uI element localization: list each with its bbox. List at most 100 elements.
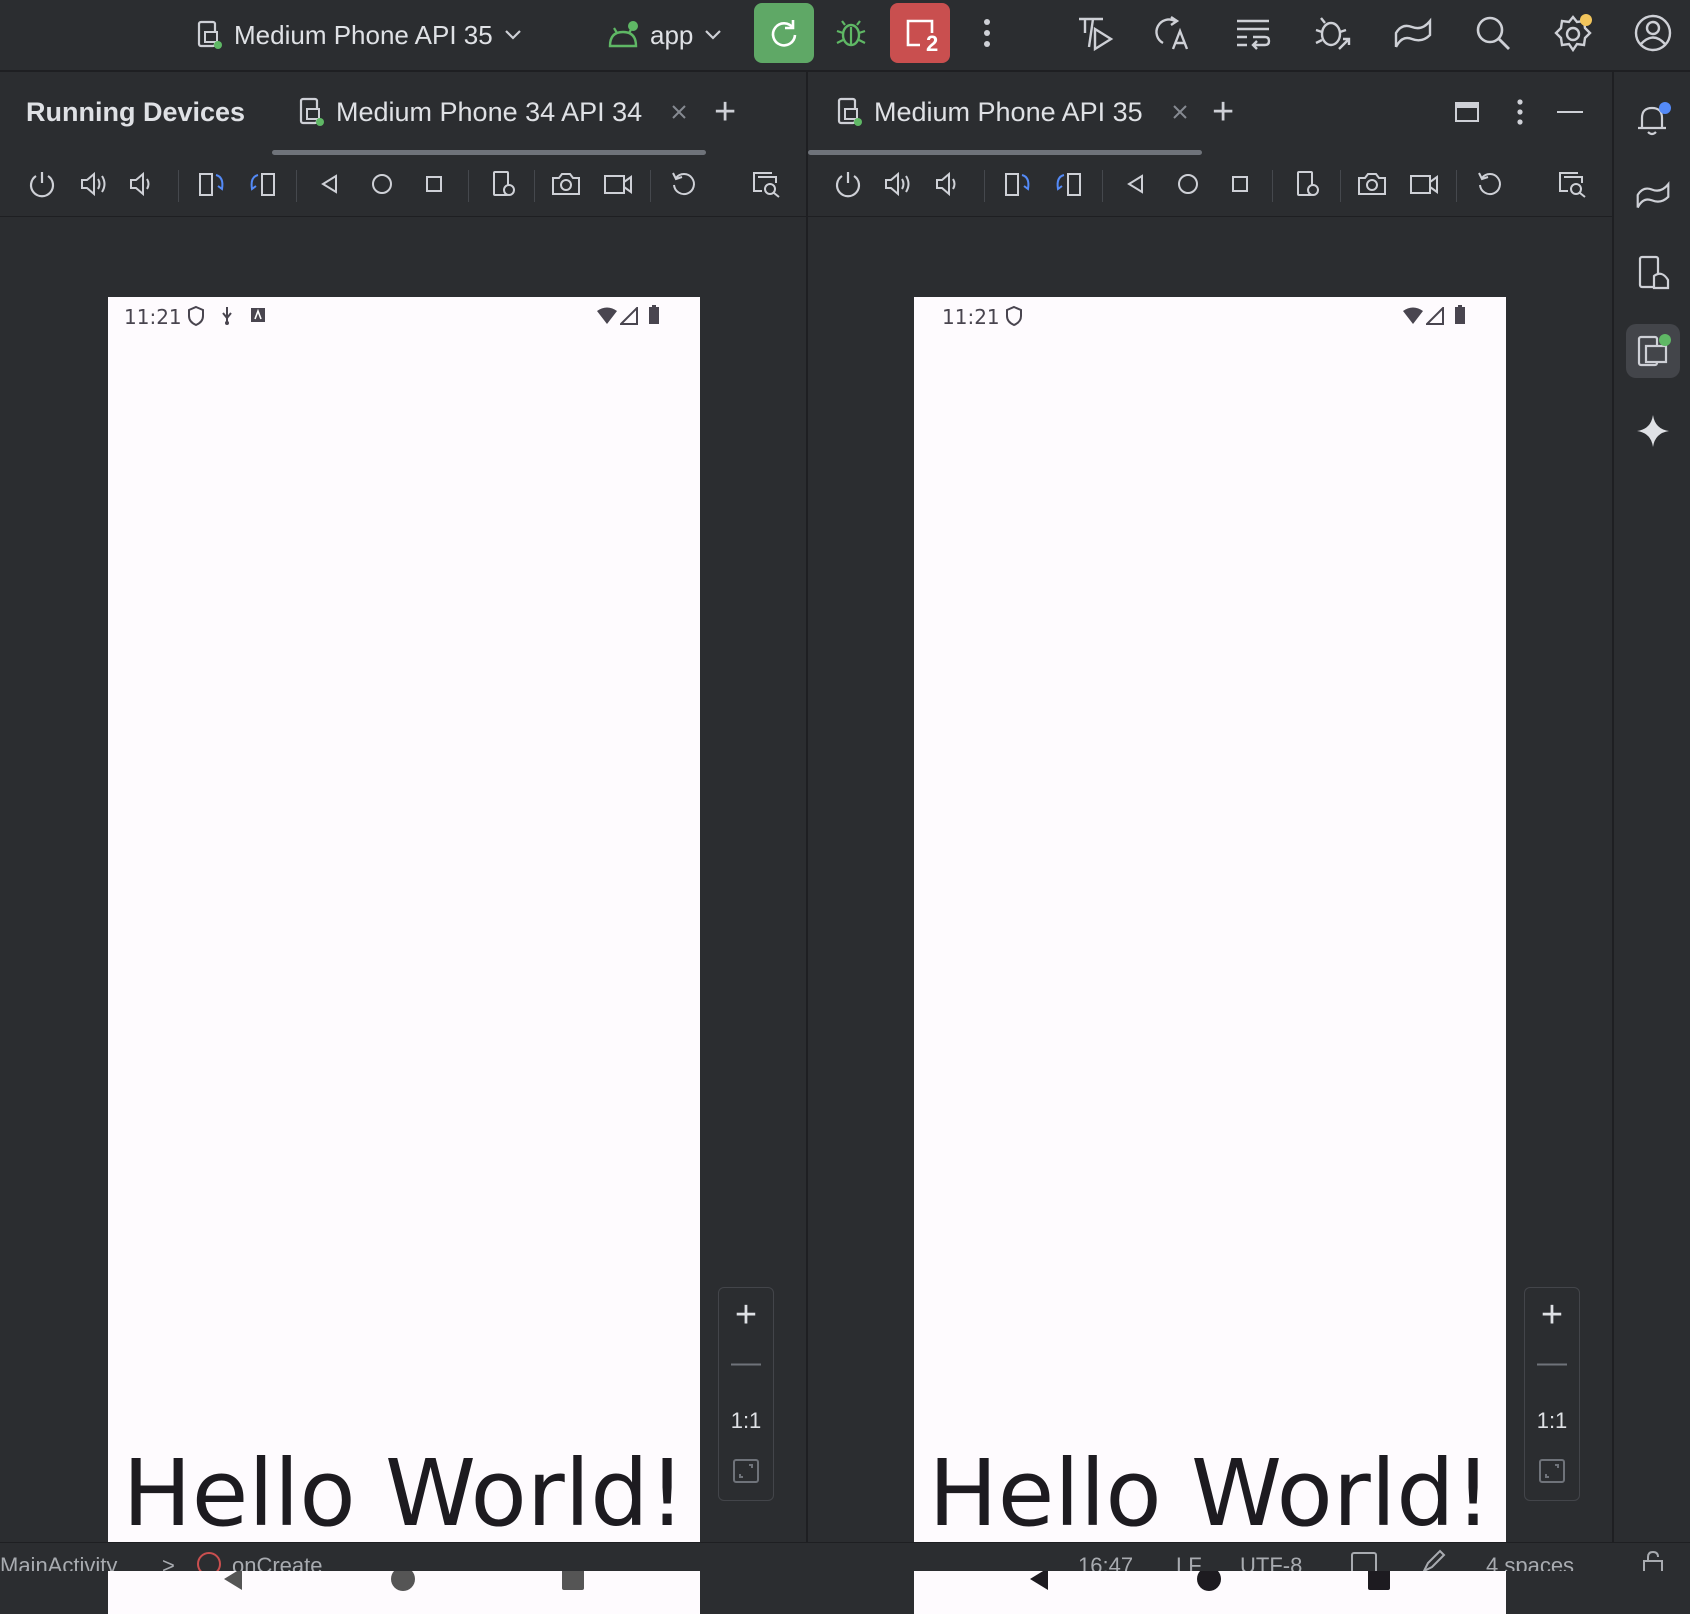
overview-button[interactable] [414, 164, 454, 204]
recents-square-icon[interactable] [562, 1568, 584, 1590]
bug-arrow-icon [1313, 13, 1353, 53]
tab-device-1[interactable]: Medium Phone 34 API 34 [298, 72, 688, 152]
apply-changes-button[interactable] [754, 3, 814, 63]
video-camera-icon [1408, 169, 1440, 199]
run-config-selector[interactable]: app [606, 12, 723, 58]
caret-position[interactable]: 16:47 [1078, 1553, 1133, 1571]
device-manager-button[interactable] [1626, 246, 1680, 300]
maximize-button[interactable] [1454, 72, 1480, 152]
device-screen[interactable]: 11:21 Hello World! [914, 297, 1506, 1614]
add-tab-button[interactable]: + [1212, 72, 1234, 152]
ide-status-bar: MainActivity > onCreate 16:47 LF UTF-8 4… [0, 1542, 1690, 1571]
attach-debugger-button[interactable] [1310, 10, 1356, 56]
zoom-actual-button[interactable]: 1:1 [719, 1408, 773, 1434]
more-actions-button[interactable] [964, 10, 1010, 56]
rotate-left-button[interactable] [192, 164, 232, 204]
screenshot-button[interactable] [546, 164, 586, 204]
zoom-in-button[interactable]: + [719, 1294, 773, 1337]
more-vertical-icon [1516, 98, 1524, 126]
add-tab-button[interactable]: + [714, 72, 736, 152]
window-icon [1454, 100, 1480, 124]
chevron-down-icon [703, 28, 723, 42]
app-quality-insights-button[interactable] [1626, 168, 1680, 222]
camera-icon [1356, 169, 1388, 199]
volume-down-button[interactable] [928, 164, 968, 204]
layout-inspector-button[interactable] [1552, 164, 1592, 204]
screenshot-button[interactable] [1352, 164, 1392, 204]
reset-button[interactable] [664, 164, 704, 204]
bell-icon [1634, 100, 1672, 138]
device-screen[interactable]: 11:21 Hello World! [108, 297, 700, 1614]
logcat-button[interactable] [1230, 10, 1276, 56]
account-button[interactable] [1630, 10, 1676, 56]
record-button[interactable] [1404, 164, 1444, 204]
recents-square-icon[interactable] [1368, 1568, 1390, 1590]
zoom-in-button[interactable]: + [1525, 1294, 1579, 1337]
device-panel-1: Running Devices Medium Phone 34 API 34 +… [0, 72, 808, 1614]
zoom-out-button[interactable]: — [719, 1346, 773, 1380]
home-button[interactable] [362, 164, 402, 204]
profiler-button[interactable] [1072, 10, 1118, 56]
readonly-icon[interactable] [1350, 1551, 1378, 1571]
lock-icon[interactable] [1640, 1549, 1666, 1571]
device-settings-button[interactable] [1288, 164, 1328, 204]
zoom-out-button[interactable]: — [1525, 1346, 1579, 1380]
record-button[interactable] [598, 164, 638, 204]
file-encoding[interactable]: UTF-8 [1240, 1553, 1302, 1571]
toolbar-separator [468, 170, 469, 202]
zoom-controls: + — 1:1 [1524, 1287, 1580, 1501]
back-button[interactable] [310, 164, 350, 204]
search-button[interactable] [1470, 10, 1516, 56]
settings-button[interactable] [1550, 10, 1596, 56]
device-selector[interactable]: Medium Phone API 35 [196, 12, 523, 58]
rotate-left-button[interactable] [998, 164, 1038, 204]
stop-button[interactable]: 2 [890, 3, 950, 63]
notifications-button[interactable] [1626, 92, 1680, 146]
status-time: 11:21 [942, 305, 1000, 329]
layout-inspector-button[interactable] [746, 164, 786, 204]
square-overview-icon [423, 173, 445, 195]
back-button[interactable] [1116, 164, 1156, 204]
volume-down-icon [933, 169, 963, 199]
zoom-actual-button[interactable]: 1:1 [1525, 1408, 1579, 1434]
volume-down-button[interactable] [122, 164, 162, 204]
tab-device-2[interactable]: Medium Phone API 35 [836, 72, 1189, 152]
close-icon[interactable] [1171, 103, 1189, 121]
indent-setting[interactable]: 4 spaces [1486, 1553, 1574, 1571]
camera-icon [550, 169, 582, 199]
home-button[interactable] [1168, 164, 1208, 204]
overview-button[interactable] [1220, 164, 1260, 204]
android-icon [606, 20, 640, 50]
device-selector-label: Medium Phone API 35 [234, 19, 493, 50]
emulator-toolbar [0, 154, 806, 217]
line-separator[interactable]: LF [1176, 1553, 1202, 1571]
breadcrumb-method[interactable]: onCreate [232, 1553, 323, 1571]
app-inspection-button[interactable] [1390, 10, 1436, 56]
rotate-right-button[interactable] [244, 164, 284, 204]
tab-label: Medium Phone 34 API 34 [336, 96, 643, 127]
main-toolbar: Medium Phone API 35 app 2 [0, 0, 1690, 72]
breadcrumb-class[interactable]: MainActivity [0, 1553, 117, 1571]
volume-up-button[interactable] [74, 164, 114, 204]
device-settings-button[interactable] [484, 164, 524, 204]
gemini-button[interactable] [1626, 404, 1680, 458]
running-devices-button[interactable] [1626, 324, 1680, 378]
reset-button[interactable] [1470, 164, 1510, 204]
power-button[interactable] [22, 164, 62, 204]
breadcrumb-separator: > [162, 1553, 175, 1571]
right-tool-window-bar [1612, 72, 1690, 1542]
minimize-button[interactable] [1556, 72, 1584, 152]
zoom-fit-button[interactable] [1525, 1458, 1579, 1489]
panel-options-button[interactable] [1516, 72, 1524, 152]
translate-button[interactable] [1150, 10, 1196, 56]
pencil-icon[interactable] [1420, 1549, 1446, 1571]
tab-row: Medium Phone API 35 + [808, 72, 1612, 155]
zoom-fit-button[interactable] [719, 1458, 773, 1489]
rotate-right-button[interactable] [1050, 164, 1090, 204]
tab-row: Running Devices Medium Phone 34 API 34 + [0, 72, 806, 155]
power-button[interactable] [828, 164, 868, 204]
close-icon[interactable] [670, 103, 688, 121]
debug-button[interactable] [828, 10, 874, 56]
triangle-back-icon [318, 172, 342, 196]
volume-up-button[interactable] [878, 164, 918, 204]
